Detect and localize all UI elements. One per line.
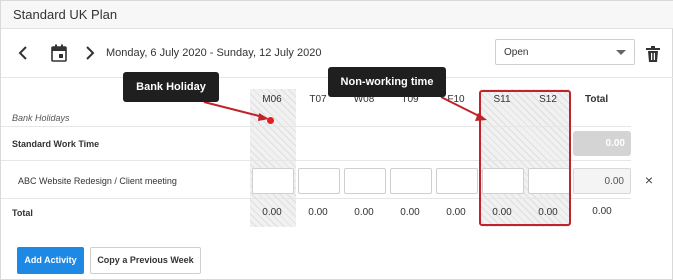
standard-work-total-value: 0.00 [605,138,625,149]
chevron-right-icon[interactable] [83,45,97,61]
bank-holiday-callout: Bank Holiday [123,72,219,102]
day-total: 0.00 [308,207,328,218]
chevron-down-icon [616,50,626,55]
hours-input-m06[interactable] [252,168,294,194]
row-label-bank-holidays: Bank Holidays [12,113,70,123]
non-working-time-callout: Non-working time [328,67,446,97]
day-total: 0.00 [400,207,420,218]
activity-total-value: 0.00 [604,176,624,187]
day-total: 0.00 [262,207,282,218]
calendar-icon[interactable] [51,44,67,62]
status-select[interactable]: Open [495,39,635,65]
row-label-standard-work-time: Standard Work Time [12,139,100,149]
hours-input-t09[interactable] [390,168,432,194]
standard-work-total: 0.00 [573,131,631,156]
add-activity-button[interactable]: Add Activity [17,247,84,274]
activity-total: 0.00 [573,168,631,194]
day-total: 0.00 [446,207,466,218]
hours-input-f10[interactable] [436,168,478,194]
plan-header: Standard UK Plan [1,1,673,29]
day-total: 0.00 [354,207,374,218]
row-label-total: Total [12,208,33,218]
row-label-activity: ABC Website Redesign / Client meeting [18,176,177,186]
bank-holiday-marker [267,117,274,124]
grand-total: 0.00 [592,206,612,217]
chevron-left-icon[interactable] [16,45,30,61]
total-column-header: Total [585,94,609,105]
timesheet-panel: Standard UK Plan Monday, 6 July 2020 - S… [0,0,673,280]
hours-input-t07[interactable] [298,168,340,194]
hours-input-w08[interactable] [344,168,386,194]
non-working-highlight [479,90,571,226]
column-header: M06 [262,94,282,105]
copy-previous-week-button[interactable]: Copy a Previous Week [90,247,201,274]
trash-icon[interactable] [646,46,660,62]
close-icon[interactable]: × [642,173,656,187]
plan-title: Standard UK Plan [13,7,118,22]
status-select-value: Open [504,47,529,58]
date-range-label: Monday, 6 July 2020 - Sunday, 12 July 20… [106,47,322,59]
